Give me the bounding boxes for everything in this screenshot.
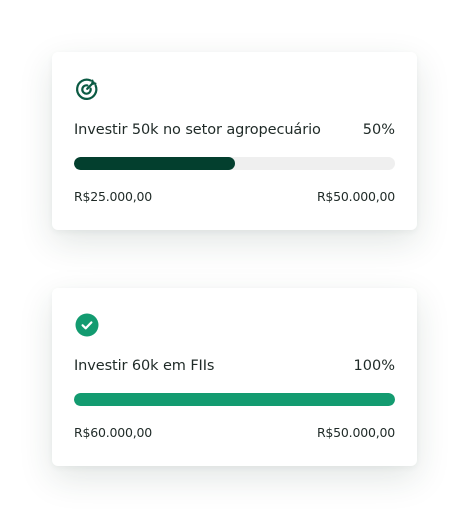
- target-icon: [76, 78, 98, 100]
- goal-title: Investir 50k no setor agropecuário: [74, 122, 321, 138]
- current-amount: R$60.000,00: [74, 425, 153, 440]
- target-amount: R$50.000,00: [316, 189, 395, 204]
- goal-card[interactable]: Investir 60k em FIIs 100% R$60.000,00 R$…: [52, 288, 417, 466]
- check-circle-icon: [75, 313, 99, 337]
- progress-fill: [74, 393, 395, 406]
- progress-fill: [74, 157, 235, 170]
- current-amount: R$25.000,00: [74, 189, 153, 204]
- goal-percent: 50%: [362, 122, 395, 138]
- target-amount: R$50.000,00: [316, 425, 395, 440]
- progress-bar: [74, 393, 395, 406]
- goal-card[interactable]: Investir 50k no setor agropecuário 50% R…: [52, 52, 417, 230]
- goal-percent: 100%: [353, 358, 395, 374]
- progress-bar: [74, 157, 395, 170]
- goal-title: Investir 60k em FIIs: [74, 358, 215, 374]
